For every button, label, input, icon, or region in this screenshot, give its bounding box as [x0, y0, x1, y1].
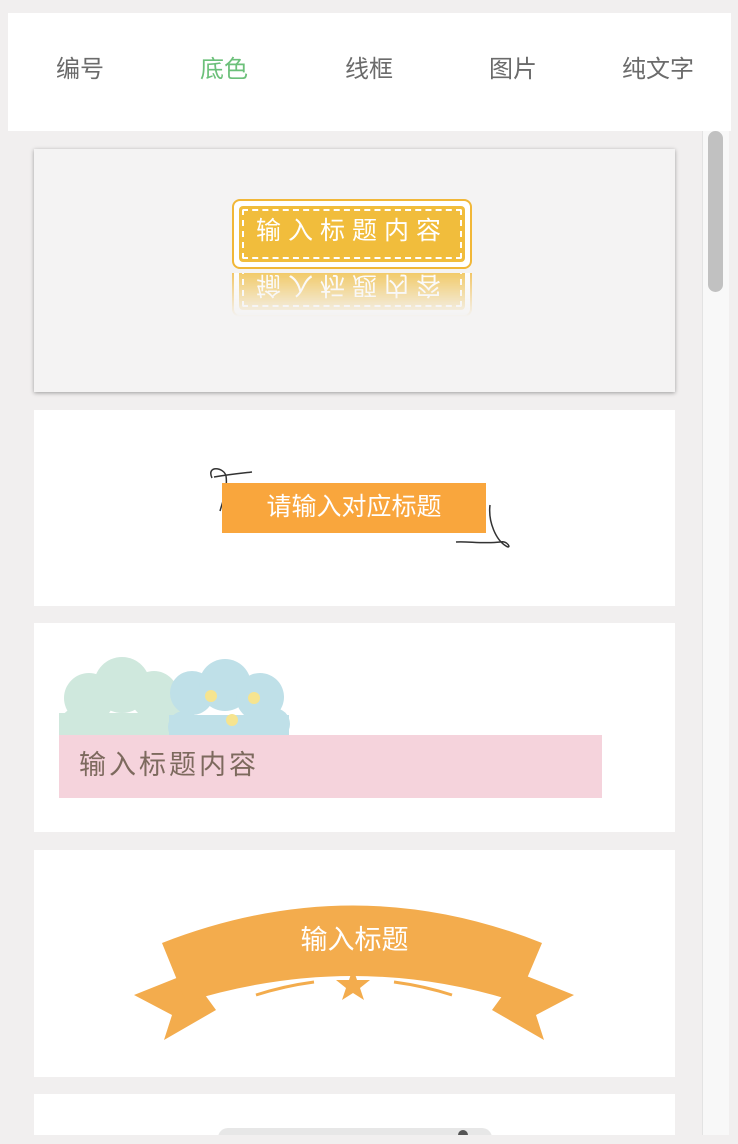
- template-title-text: 输入标题: [300, 925, 409, 956]
- template-list: 输入标题内容 输入标题内容 请输入对应标题 输入标题内容 输入标题: [8, 131, 700, 1135]
- ticket-reflection: 输入标题内容: [232, 273, 472, 317]
- category-tab-bar: 编号 底色 线框 图片 纯文字: [8, 13, 731, 131]
- template-card-ticket[interactable]: 输入标题内容 输入标题内容: [34, 149, 675, 392]
- template-card-orange-bar[interactable]: 请输入对应标题: [34, 410, 675, 606]
- partial-template-shape: [218, 1128, 492, 1135]
- template-card-ribbon[interactable]: 输入标题: [34, 850, 675, 1077]
- scrollbar-thumb[interactable]: [708, 131, 723, 292]
- template-card-pink-clouds[interactable]: 输入标题内容: [34, 623, 675, 832]
- tab-image[interactable]: 图片: [453, 13, 573, 131]
- ticket-title-shape: 输入标题内容: [232, 199, 472, 269]
- tab-number[interactable]: 编号: [20, 13, 140, 131]
- tab-frame[interactable]: 线框: [309, 13, 429, 131]
- tab-plain-text[interactable]: 纯文字: [598, 13, 718, 131]
- template-card-partial[interactable]: [34, 1094, 675, 1135]
- bottom-edge: [0, 1135, 738, 1144]
- template-title-text: 输入标题内容: [255, 216, 448, 245]
- cloud-decoration: [59, 657, 290, 747]
- ribbon-banner-shape: [134, 905, 574, 1040]
- reflection-text: 输入标题内容: [255, 273, 448, 300]
- tab-background-color[interactable]: 底色: [164, 13, 284, 131]
- template-title-text: 请输入对应标题: [222, 483, 486, 533]
- template-title-text: 输入标题内容: [59, 735, 602, 798]
